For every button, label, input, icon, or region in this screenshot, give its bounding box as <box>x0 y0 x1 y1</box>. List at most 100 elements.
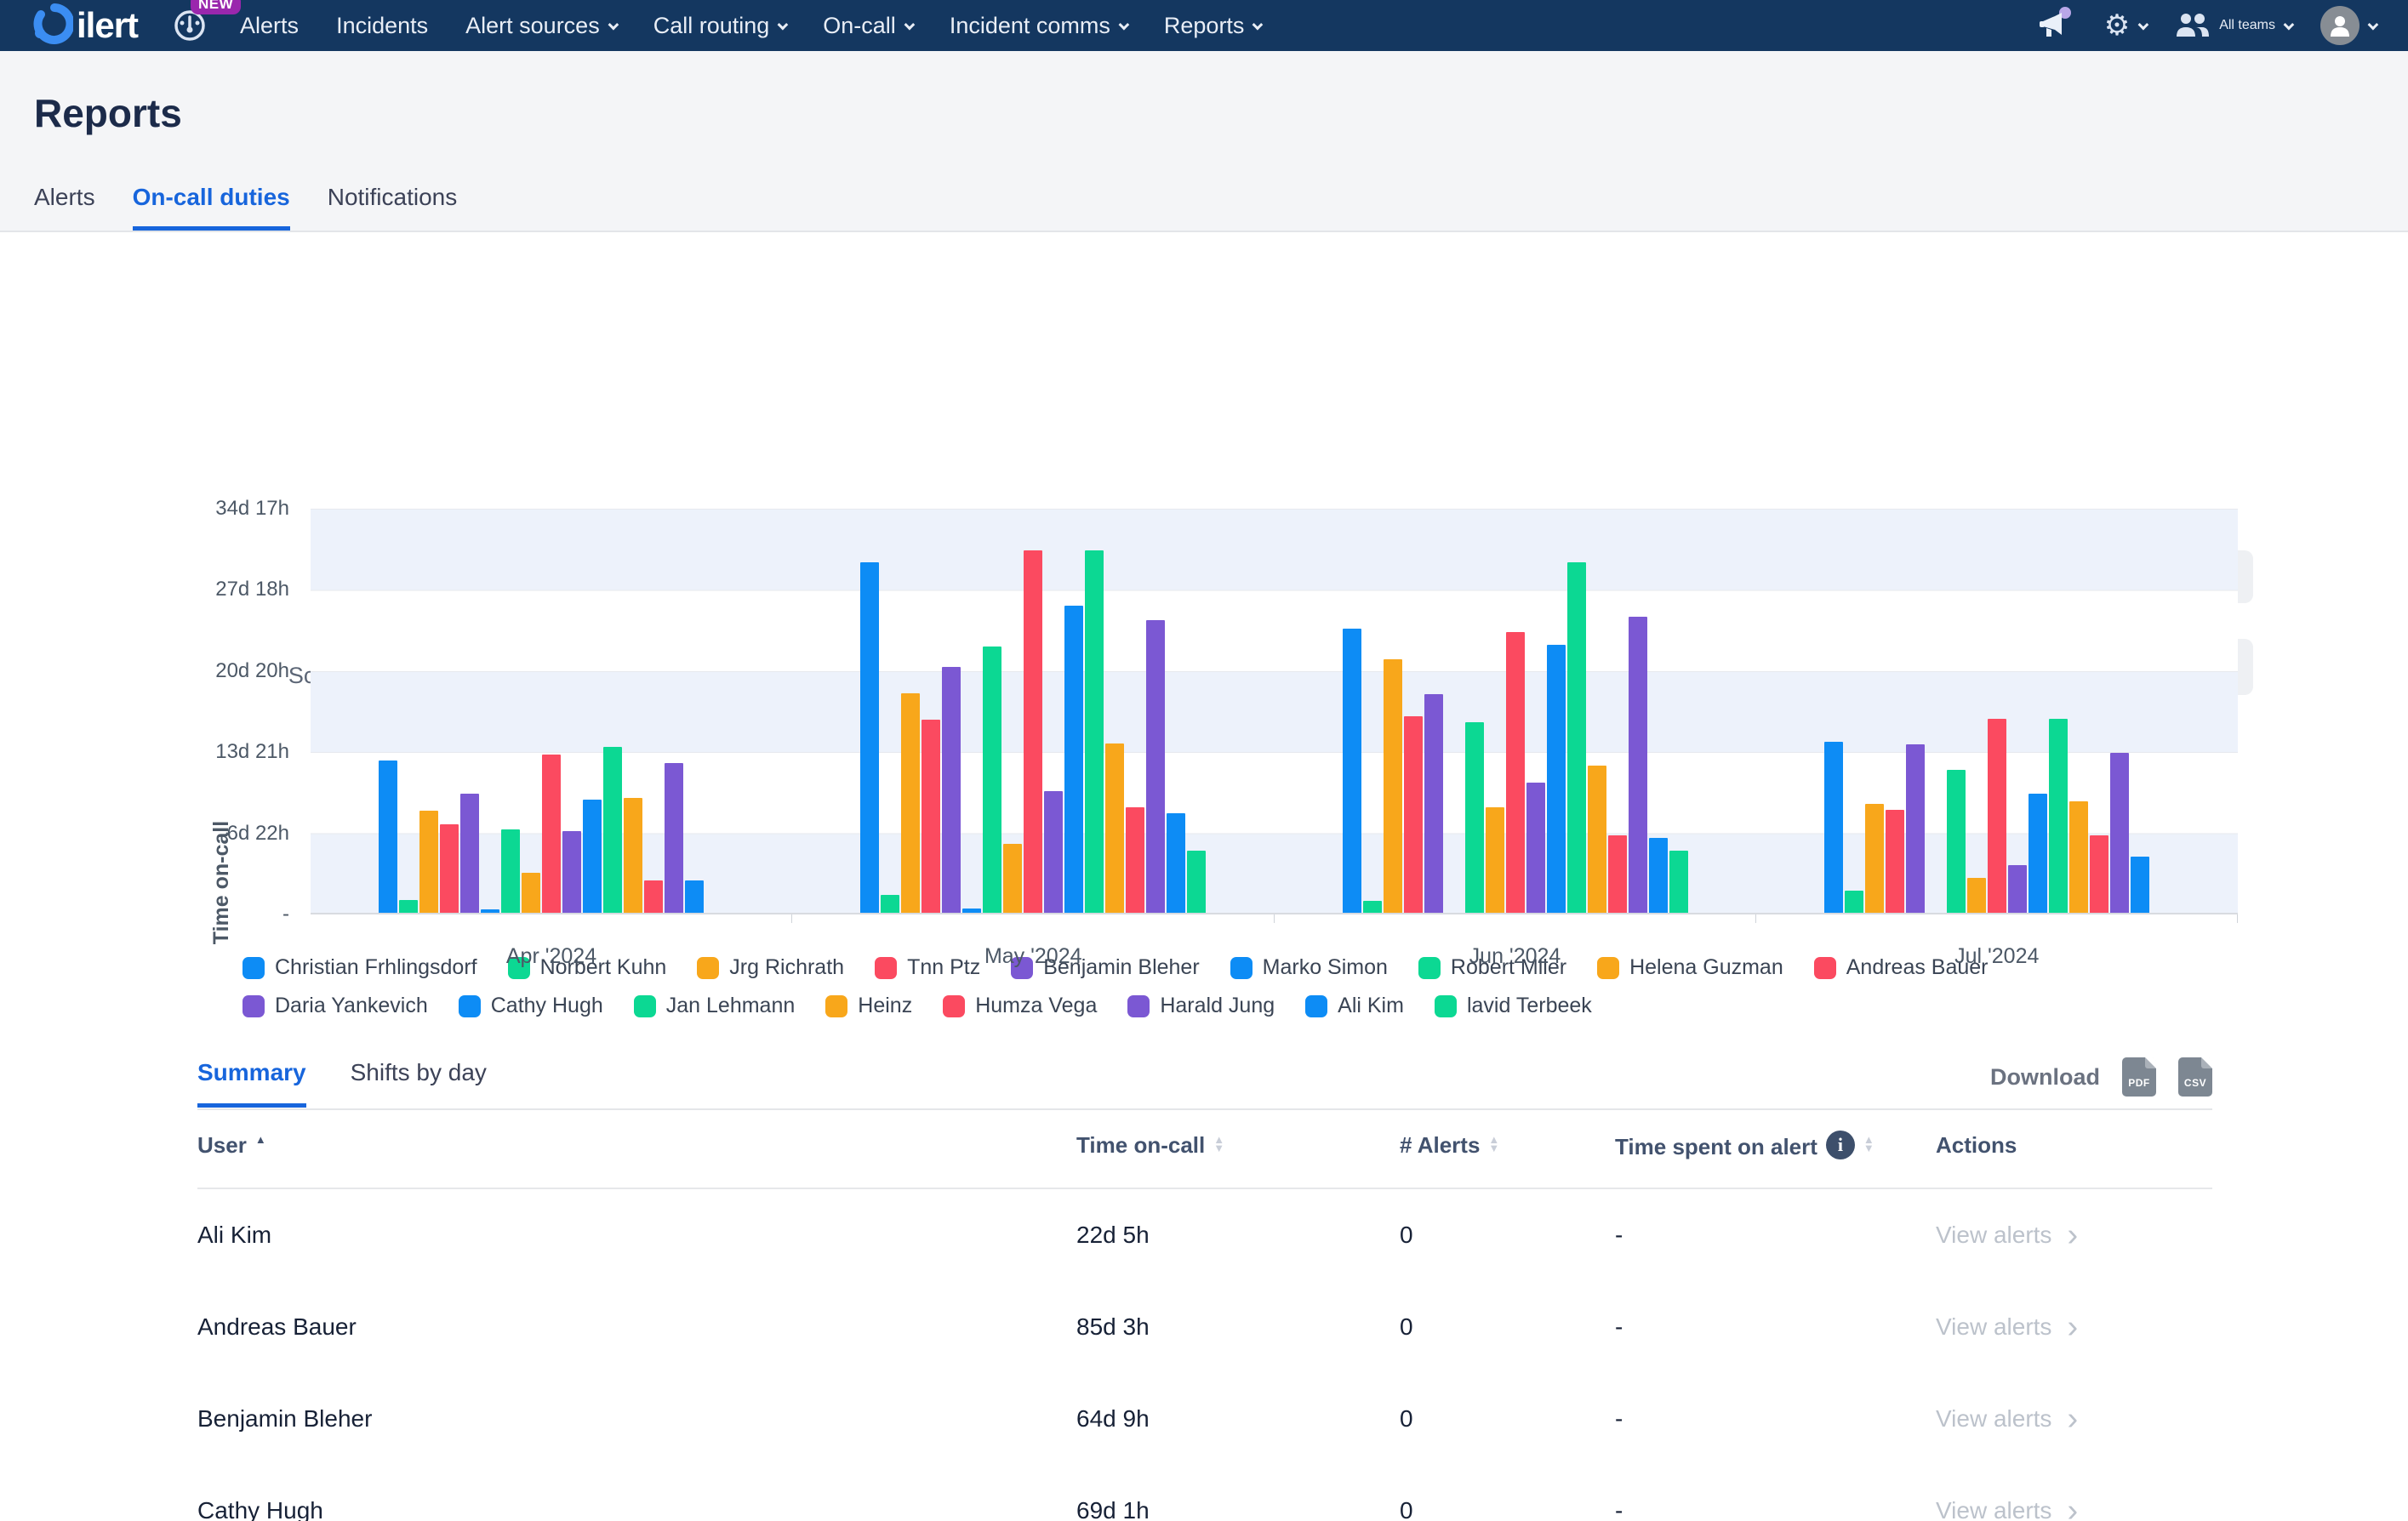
nav-item-incidents[interactable]: Incidents <box>336 13 428 39</box>
bar-benjamin-bleher[interactable] <box>1424 694 1443 913</box>
bar-daria-yankevich[interactable] <box>1526 783 1545 913</box>
bar-jrg-richrath[interactable] <box>419 811 438 913</box>
settings-menu[interactable]: ⚙ <box>2104 9 2146 43</box>
bar-jan-lehmann[interactable] <box>1085 550 1104 913</box>
bar-helena-guzman[interactable] <box>1486 807 1504 913</box>
bar-heinz[interactable] <box>624 798 642 913</box>
bar-jrg-richrath[interactable] <box>901 693 920 913</box>
bar-heinz[interactable] <box>2069 801 2088 913</box>
nav-item-call-routing[interactable]: Call routing <box>653 13 786 39</box>
legend-item-cathy-hugh[interactable]: Cathy Hugh <box>459 994 603 1018</box>
bar-christian-frhlingsdorf[interactable] <box>1343 629 1361 913</box>
bar-humza-vega[interactable] <box>1126 807 1144 913</box>
bar-robert-mller[interactable] <box>501 829 520 913</box>
download-pdf-icon[interactable]: PDF <box>2122 1057 2156 1097</box>
tab-on-call-duties[interactable]: On-call duties <box>133 184 290 231</box>
bar-norbert-kuhn[interactable] <box>399 900 418 913</box>
info-icon[interactable]: i <box>1826 1131 1855 1159</box>
bar-heinz[interactable] <box>1588 766 1606 913</box>
bar-robert-mller[interactable] <box>1947 770 1966 913</box>
bar-jan-lehmann[interactable] <box>2049 719 2068 913</box>
bar-norbert-kuhn[interactable] <box>881 895 899 913</box>
legend-item-heinz[interactable]: Heinz <box>825 994 912 1018</box>
legend-item-daria-yankevich[interactable]: Daria Yankevich <box>243 994 428 1018</box>
bar-robert-mller[interactable] <box>983 647 1001 913</box>
bar-jrg-richrath[interactable] <box>1865 804 1884 913</box>
nav-item-on-call[interactable]: On-call <box>823 13 912 39</box>
bar-cathy-hugh[interactable] <box>2029 794 2047 913</box>
bar-ali-kim[interactable] <box>1649 838 1668 913</box>
bar-humza-vega[interactable] <box>2090 835 2108 913</box>
teams-selector[interactable]: All teams <box>2175 11 2291 40</box>
bar-norbert-kuhn[interactable] <box>1845 891 1863 913</box>
bar-lavid-terbeek[interactable] <box>1187 851 1206 913</box>
bar-andreas-bauer[interactable] <box>1506 632 1525 913</box>
announcements-icon[interactable] <box>2036 4 2075 48</box>
bar-daria-yankevich[interactable] <box>562 831 581 913</box>
nav-item-reports[interactable]: Reports <box>1164 13 1261 39</box>
col-header-time-on-call[interactable]: Time on-call ▲▼ <box>1076 1110 1400 1188</box>
bar-humza-vega[interactable] <box>644 880 663 913</box>
bar-cathy-hugh[interactable] <box>1547 645 1566 913</box>
bar-jan-lehmann[interactable] <box>1567 562 1586 913</box>
bar-robert-mller[interactable] <box>1465 722 1484 913</box>
col-header-time-spent[interactable]: Time spent on alert i ▲▼ <box>1615 1110 1936 1188</box>
bar-benjamin-bleher[interactable] <box>460 794 479 913</box>
bar-norbert-kuhn[interactable] <box>1363 901 1382 913</box>
bar-marko-simon[interactable] <box>962 909 981 913</box>
bar-tnn-ptz[interactable] <box>1404 716 1423 913</box>
bar-andreas-bauer[interactable] <box>1988 719 2006 913</box>
bar-daria-yankevich[interactable] <box>2008 865 2027 913</box>
bar-cathy-hugh[interactable] <box>1064 606 1083 913</box>
bar-tnn-ptz[interactable] <box>922 720 940 913</box>
bar-andreas-bauer[interactable] <box>542 755 561 913</box>
bar-helena-guzman[interactable] <box>522 873 540 913</box>
bar-daria-yankevich[interactable] <box>1044 791 1063 913</box>
bar-cathy-hugh[interactable] <box>583 800 602 913</box>
bar-andreas-bauer[interactable] <box>1024 550 1042 913</box>
col-header-user[interactable]: User ▲ <box>197 1110 1076 1188</box>
legend-item-jan-lehmann[interactable]: Jan Lehmann <box>634 994 796 1018</box>
bar-tnn-ptz[interactable] <box>1886 810 1904 913</box>
bar-christian-frhlingsdorf[interactable] <box>860 562 879 913</box>
download-csv-icon[interactable]: CSV <box>2178 1057 2212 1097</box>
tab-notifications[interactable]: Notifications <box>328 184 458 231</box>
bar-benjamin-bleher[interactable] <box>942 667 961 913</box>
bar-jrg-richrath[interactable] <box>1384 659 1402 913</box>
bar-jan-lehmann[interactable] <box>603 747 622 913</box>
bar-helena-guzman[interactable] <box>1003 844 1022 913</box>
bar-harald-jung[interactable] <box>1629 617 1647 913</box>
bar-ali-kim[interactable] <box>1167 813 1185 913</box>
nav-item-incident-comms[interactable]: Incident comms <box>950 13 1127 39</box>
summary-section: SummaryShifts by day Download PDF CSV Us… <box>197 1057 2212 1521</box>
bar-helena-guzman[interactable] <box>1967 878 1986 913</box>
col-header-alerts[interactable]: # Alerts ▲▼ <box>1400 1110 1615 1188</box>
legend-item-ali-kim[interactable]: Ali Kim <box>1305 994 1404 1018</box>
bar-marko-simon[interactable] <box>481 909 499 913</box>
bar-benjamin-bleher[interactable] <box>1906 744 1925 913</box>
table-row-cathy-hugh: Cathy Hugh69d 1h0-View alerts› <box>197 1465 2212 1521</box>
nav-item-alerts[interactable]: Alerts <box>240 13 299 39</box>
bar-ali-kim[interactable] <box>685 880 704 913</box>
legend-item-harald-jung[interactable]: Harald Jung <box>1127 994 1275 1018</box>
teams-label: All teams <box>2219 18 2275 33</box>
bar-lavid-terbeek[interactable] <box>1669 851 1688 913</box>
bar-humza-vega[interactable] <box>1608 835 1627 913</box>
bar-harald-jung[interactable] <box>2110 753 2129 913</box>
tab-summary[interactable]: Summary <box>197 1059 306 1108</box>
legend-item-humza-vega[interactable]: Humza Vega <box>943 994 1097 1018</box>
ilert-logo[interactable]: ilert <box>32 3 138 48</box>
bar-christian-frhlingsdorf[interactable] <box>379 760 397 913</box>
user-menu[interactable] <box>2320 6 2376 45</box>
nav-item-alert-sources[interactable]: Alert sources <box>465 13 616 39</box>
tab-alerts[interactable]: Alerts <box>34 184 95 231</box>
whats-new-button[interactable]: NEW <box>172 8 208 43</box>
bar-harald-jung[interactable] <box>665 763 683 913</box>
bar-ali-kim[interactable] <box>2131 857 2149 913</box>
bar-christian-frhlingsdorf[interactable] <box>1824 742 1843 913</box>
bar-tnn-ptz[interactable] <box>440 824 459 913</box>
tab-shifts-by-day[interactable]: Shifts by day <box>351 1059 487 1108</box>
legend-item-lavid-terbeek[interactable]: lavid Terbeek <box>1435 994 1592 1018</box>
bar-harald-jung[interactable] <box>1146 620 1165 913</box>
bar-heinz[interactable] <box>1105 743 1124 913</box>
